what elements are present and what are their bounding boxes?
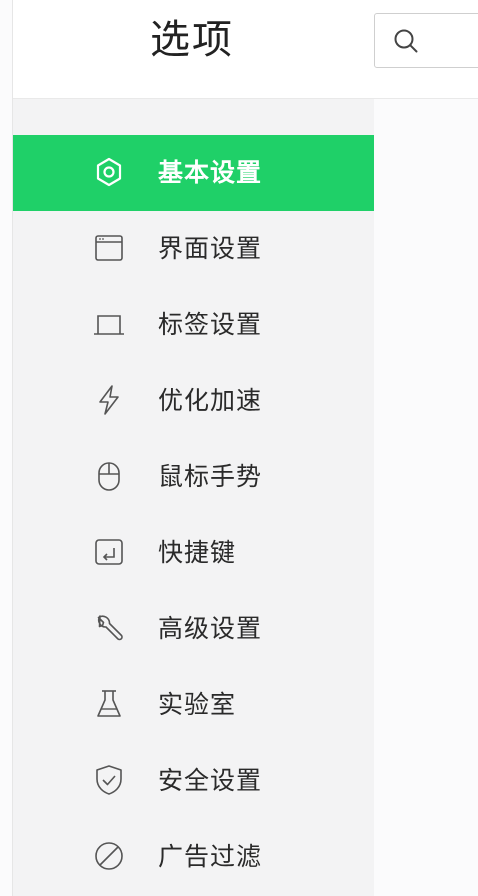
page-title: 选项	[150, 17, 234, 63]
flask-icon	[91, 686, 127, 722]
tab-icon	[91, 306, 127, 342]
sidebar-item-label: 基本设置	[158, 158, 263, 187]
sidebar-item-interface-settings[interactable]: 界面设置	[13, 211, 374, 287]
lightning-icon	[91, 382, 127, 418]
sidebar-item-label: 高级设置	[158, 614, 263, 643]
keyboard-key-icon	[91, 534, 127, 570]
block-icon	[91, 838, 127, 874]
settings-content-area	[374, 99, 478, 896]
sidebar-item-ad-filter[interactable]: 广告过滤	[13, 819, 374, 895]
sidebar-item-security-settings[interactable]: 安全设置	[13, 743, 374, 819]
window-icon	[91, 230, 127, 266]
sidebar-item-label: 实验室	[158, 690, 237, 719]
shield-check-icon	[91, 762, 127, 798]
sidebar-item-label: 标签设置	[158, 310, 263, 339]
search-icon	[394, 29, 418, 53]
sidebar-item-label: 鼠标手势	[158, 462, 263, 491]
sidebar-item-advanced-settings[interactable]: 高级设置	[13, 591, 374, 667]
mouse-icon	[91, 458, 127, 494]
sidebar-item-lab[interactable]: 实验室	[13, 667, 374, 743]
sidebar-item-label: 安全设置	[158, 766, 263, 795]
wrench-icon	[91, 610, 127, 646]
sidebar-item-label: 界面设置	[158, 234, 263, 263]
hexagon-gear-icon	[91, 154, 127, 190]
sidebar-item-basic-settings[interactable]: 基本设置	[13, 135, 374, 211]
header: 选项	[13, 0, 478, 99]
sidebar-nav: 基本设置 界面设置 标签设置 优化加速 鼠标手势 快捷键 高级设置 实验室 安全…	[13, 99, 374, 896]
sidebar-item-mouse-gestures[interactable]: 鼠标手势	[13, 439, 374, 515]
search-input[interactable]	[374, 13, 478, 68]
sidebar-item-tab-settings[interactable]: 标签设置	[13, 287, 374, 363]
sidebar-item-label: 优化加速	[158, 386, 263, 415]
sidebar-item-label: 广告过滤	[158, 842, 263, 871]
sidebar-item-optimize-speed[interactable]: 优化加速	[13, 363, 374, 439]
sidebar-item-label: 快捷键	[158, 538, 237, 567]
sidebar-item-shortcuts[interactable]: 快捷键	[13, 515, 374, 591]
options-window: 选项 基本设置 界面设置 标签设置 优化加速 鼠标手势 快捷键 高级设置 实验室…	[0, 0, 478, 896]
